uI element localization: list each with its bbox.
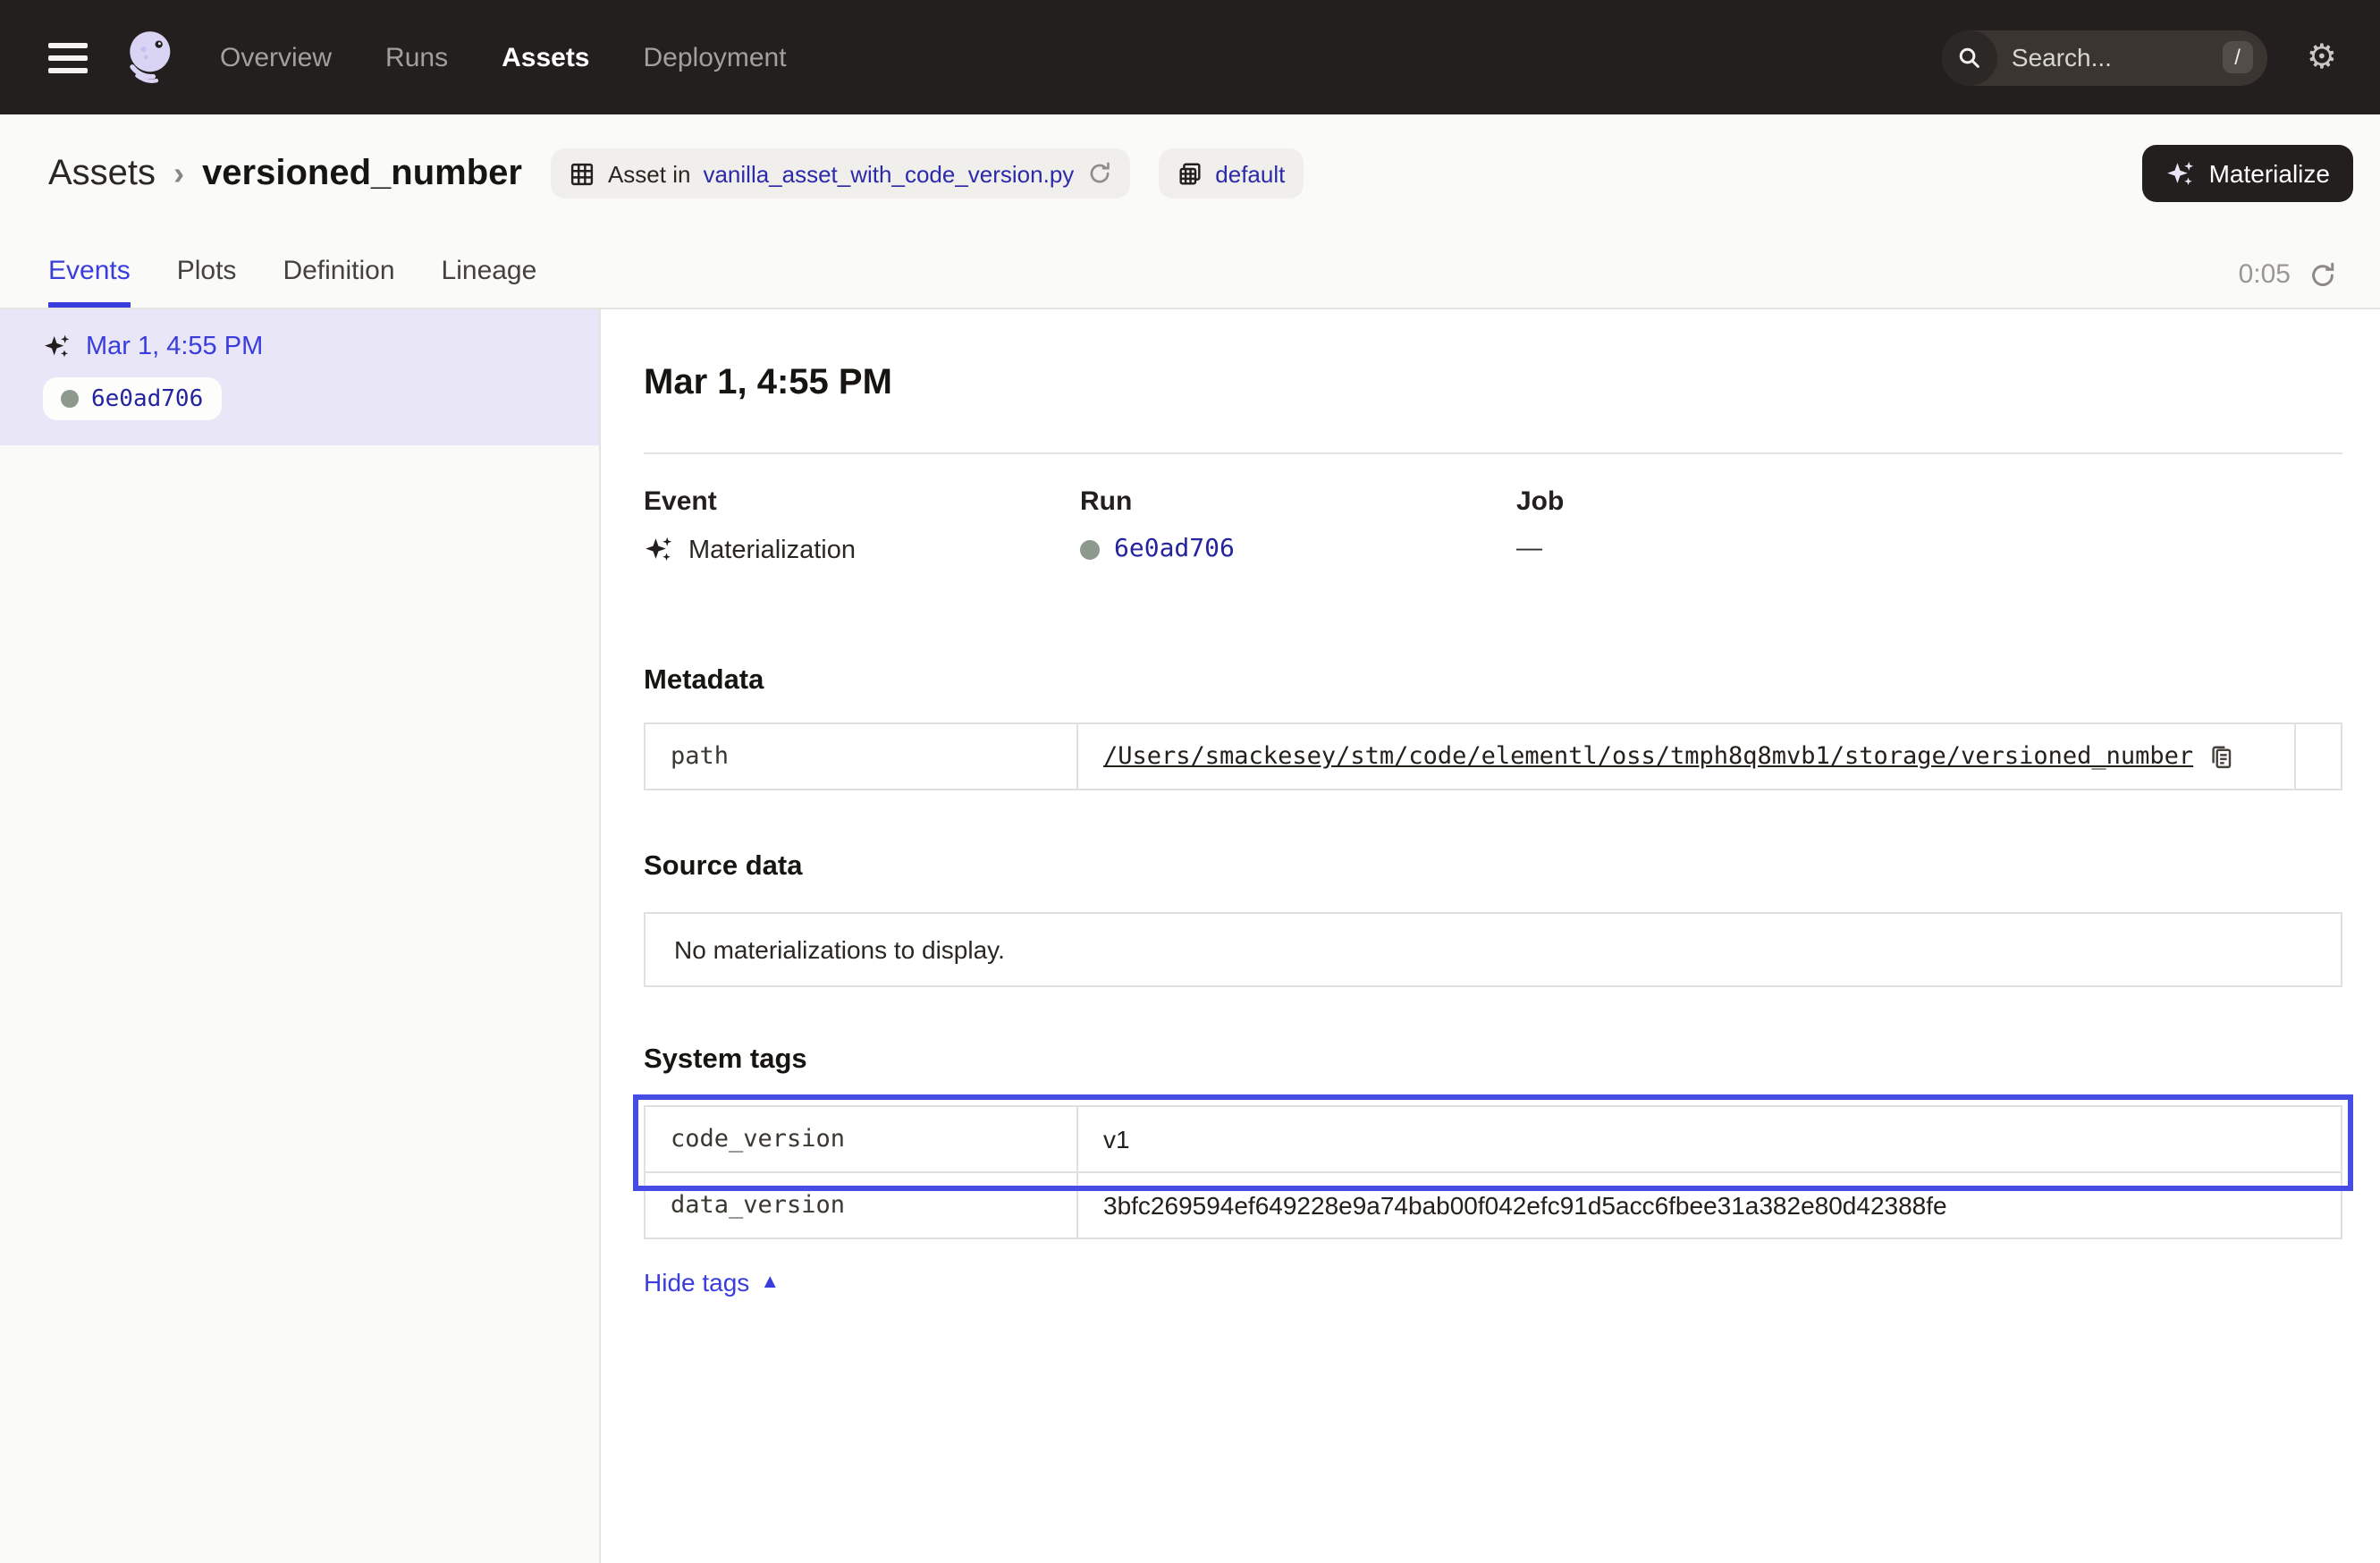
job-column-label: Job — [1516, 486, 2342, 517]
metadata-key: path — [646, 724, 1078, 789]
asset-definition-badge: Asset in vanilla_asset_with_code_version… — [551, 148, 1129, 199]
menu-icon[interactable] — [48, 42, 88, 72]
tab-events[interactable]: Events — [48, 232, 131, 308]
top-nav: Overview Runs Assets Deployment Search..… — [0, 0, 2380, 114]
reload-definitions-icon[interactable] — [1086, 161, 1111, 186]
nav-item-assets[interactable]: Assets — [502, 42, 589, 72]
tab-lineage[interactable]: Lineage — [442, 232, 537, 308]
materialize-button[interactable]: Materialize — [2143, 145, 2353, 202]
event-list-item[interactable]: Mar 1, 4:55 PM 6e0ad706 — [0, 309, 599, 445]
job-value: — — [1516, 535, 1542, 563]
source-data-heading: Source data — [644, 851, 2342, 883]
search-icon — [1942, 30, 1997, 85]
table-row-data-version: data_version 3bfc269594ef649228e9a74bab0… — [646, 1171, 2341, 1238]
event-detail-title: Mar 1, 4:55 PM — [644, 363, 2342, 404]
asset-file-link[interactable]: vanilla_asset_with_code_version.py — [703, 160, 1074, 187]
asset-badge-prefix: Asset in — [608, 160, 691, 187]
table-row-code-version: code_version v1 — [646, 1107, 2341, 1171]
run-id-tag[interactable]: 6e0ad706 — [43, 377, 221, 420]
search-input[interactable]: Search... / — [1942, 30, 2267, 85]
system-tags-table: code_version v1 data_version 3bfc269594e… — [644, 1105, 2342, 1239]
nav-item-deployment[interactable]: Deployment — [644, 42, 787, 72]
materialization-sparkle-icon — [43, 333, 72, 361]
asset-tabs: Events Plots Definition Lineage — [48, 232, 536, 308]
metadata-path-link[interactable]: /Users/smackesey/stm/code/elementl/oss/t… — [1103, 742, 2193, 771]
dagster-logo-icon[interactable] — [116, 25, 181, 89]
nav-item-overview[interactable]: Overview — [220, 42, 332, 72]
run-status-dot — [1080, 539, 1100, 559]
breadcrumb-assets-link[interactable]: Assets — [48, 153, 156, 194]
events-sidebar: Mar 1, 4:55 PM 6e0ad706 — [0, 309, 601, 1563]
tag-key: data_version — [646, 1173, 1078, 1238]
metadata-heading: Metadata — [644, 665, 2342, 697]
nav-item-runs[interactable]: Runs — [385, 42, 448, 72]
divider — [644, 452, 2342, 454]
top-nav-right: Search... / ⚙ — [1942, 30, 2337, 85]
tabs-row: Events Plots Definition Lineage 0:05 — [0, 232, 2380, 308]
asset-group-badge: default — [1158, 148, 1303, 199]
breadcrumb: Assets › versioned_number — [48, 153, 522, 194]
event-detail-panel: Mar 1, 4:55 PM Event Materialization — [601, 309, 2380, 1563]
refresh-countdown: 0:05 — [2239, 259, 2291, 290]
table-grid-icon — [569, 160, 595, 187]
event-timestamp-link[interactable]: Mar 1, 4:55 PM — [86, 333, 263, 361]
tab-plots[interactable]: Plots — [177, 232, 237, 308]
page-title: versioned_number — [202, 153, 522, 194]
run-status-dot — [61, 390, 79, 408]
system-tags-heading: System tags — [644, 1044, 2342, 1077]
metadata-table: path /Users/smackesey/stm/code/elementl/… — [644, 722, 2342, 790]
tag-value: v1 — [1078, 1107, 2341, 1171]
table-end-cell — [2294, 724, 2341, 789]
settings-gear-icon[interactable]: ⚙ — [2307, 40, 2337, 74]
refresh-icon[interactable] — [2308, 260, 2337, 289]
run-id-link[interactable]: 6e0ad706 — [1114, 535, 1235, 563]
copy-icon[interactable] — [2207, 743, 2234, 770]
event-type-value: Materialization — [688, 536, 856, 564]
materialization-sparkle-icon — [644, 535, 674, 565]
source-data-empty-message: No materializations to display. — [644, 912, 2342, 987]
system-tags-table-wrap: code_version v1 data_version 3bfc269594e… — [644, 1105, 2342, 1239]
table-row: path /Users/smackesey/stm/code/elementl/… — [646, 724, 2341, 789]
materialize-button-label: Materialize — [2209, 159, 2330, 188]
chevron-right-icon: › — [173, 155, 184, 192]
run-id-tag-label: 6e0ad706 — [91, 385, 203, 412]
tag-value: 3bfc269594ef649228e9a74bab00f042efc91d5a… — [1078, 1173, 2341, 1238]
search-shortcut-key: / — [2222, 41, 2253, 73]
event-column-label: Event — [644, 486, 1080, 517]
run-column-label: Run — [1080, 486, 1516, 517]
tag-key: code_version — [646, 1107, 1078, 1171]
caret-up-icon: ▲ — [760, 1272, 780, 1293]
search-placeholder: Search... — [2012, 43, 2222, 72]
refresh-status: 0:05 — [2239, 259, 2337, 308]
asset-group-icon — [1176, 160, 1203, 187]
primary-nav: Overview Runs Assets Deployment — [220, 42, 787, 72]
group-default-link[interactable]: default — [1215, 160, 1285, 187]
content-body: Mar 1, 4:55 PM 6e0ad706 Mar 1, 4:55 PM E… — [0, 309, 2380, 1563]
tab-definition[interactable]: Definition — [283, 232, 394, 308]
sparkle-icon — [2166, 158, 2197, 189]
hide-tags-link[interactable]: Hide tags ▲ — [644, 1268, 780, 1297]
event-info-grid: Event Materialization Run — [644, 486, 2342, 565]
hide-tags-label: Hide tags — [644, 1268, 749, 1297]
breadcrumb-row: Assets › versioned_number Asset in vanil… — [0, 114, 2380, 232]
app-window: Overview Runs Assets Deployment Search..… — [0, 0, 2380, 1563]
page-header: Assets › versioned_number Asset in vanil… — [0, 114, 2380, 309]
